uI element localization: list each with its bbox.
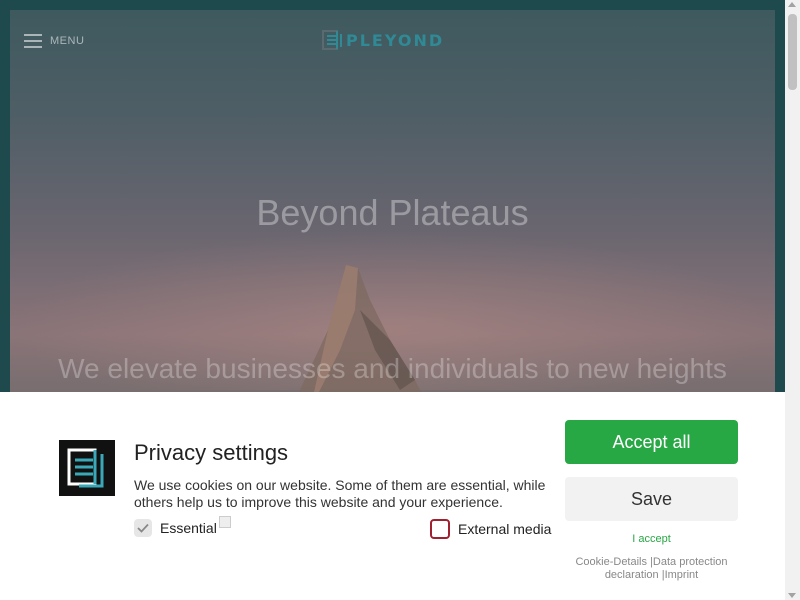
essential-mini-checkbox-icon bbox=[218, 516, 231, 528]
essential-option: Essential bbox=[134, 516, 231, 537]
privacy-description: We use cookies on our website. Some of t… bbox=[134, 477, 546, 510]
imprint-link[interactable]: Imprint bbox=[665, 569, 699, 581]
external-media-label[interactable]: External media bbox=[458, 521, 551, 537]
cookie-details-link[interactable]: Cookie-Details bbox=[575, 556, 647, 568]
cookie-consent-banner: Privacy settings We use cookies on our w… bbox=[0, 392, 785, 600]
top-navigation: MENU PLEYOND bbox=[10, 10, 775, 72]
logo-mark-icon bbox=[322, 30, 342, 50]
accept-all-button[interactable]: Accept all bbox=[565, 420, 738, 464]
save-button[interactable]: Save bbox=[565, 477, 738, 521]
hamburger-icon bbox=[24, 34, 42, 48]
menu-label: MENU bbox=[50, 35, 85, 47]
page-scrollbar[interactable] bbox=[785, 0, 800, 600]
essential-checkbox bbox=[134, 519, 152, 537]
scrollbar-thumb[interactable] bbox=[788, 14, 797, 90]
scroll-up-arrow-icon[interactable] bbox=[788, 2, 796, 7]
external-media-checkbox[interactable] bbox=[430, 519, 450, 539]
footer-links: Cookie-Details |Data protection declarat… bbox=[565, 556, 738, 582]
site-logo[interactable]: PLEYOND bbox=[322, 30, 444, 50]
essential-label: Essential bbox=[160, 520, 217, 536]
i-accept-link[interactable]: I accept bbox=[565, 533, 738, 545]
hero-title: Beyond Plateaus bbox=[256, 192, 529, 233]
hero-subtitle: We elevate businesses and individuals to… bbox=[58, 353, 727, 384]
logo-text: PLEYOND bbox=[346, 30, 445, 50]
privacy-settings-title: Privacy settings bbox=[134, 440, 289, 465]
scroll-down-arrow-icon[interactable] bbox=[788, 593, 796, 598]
menu-button[interactable]: MENU bbox=[24, 34, 84, 48]
brand-logo-icon bbox=[59, 440, 115, 496]
checkmark-icon bbox=[137, 523, 149, 533]
external-media-option[interactable]: External media bbox=[430, 519, 551, 539]
